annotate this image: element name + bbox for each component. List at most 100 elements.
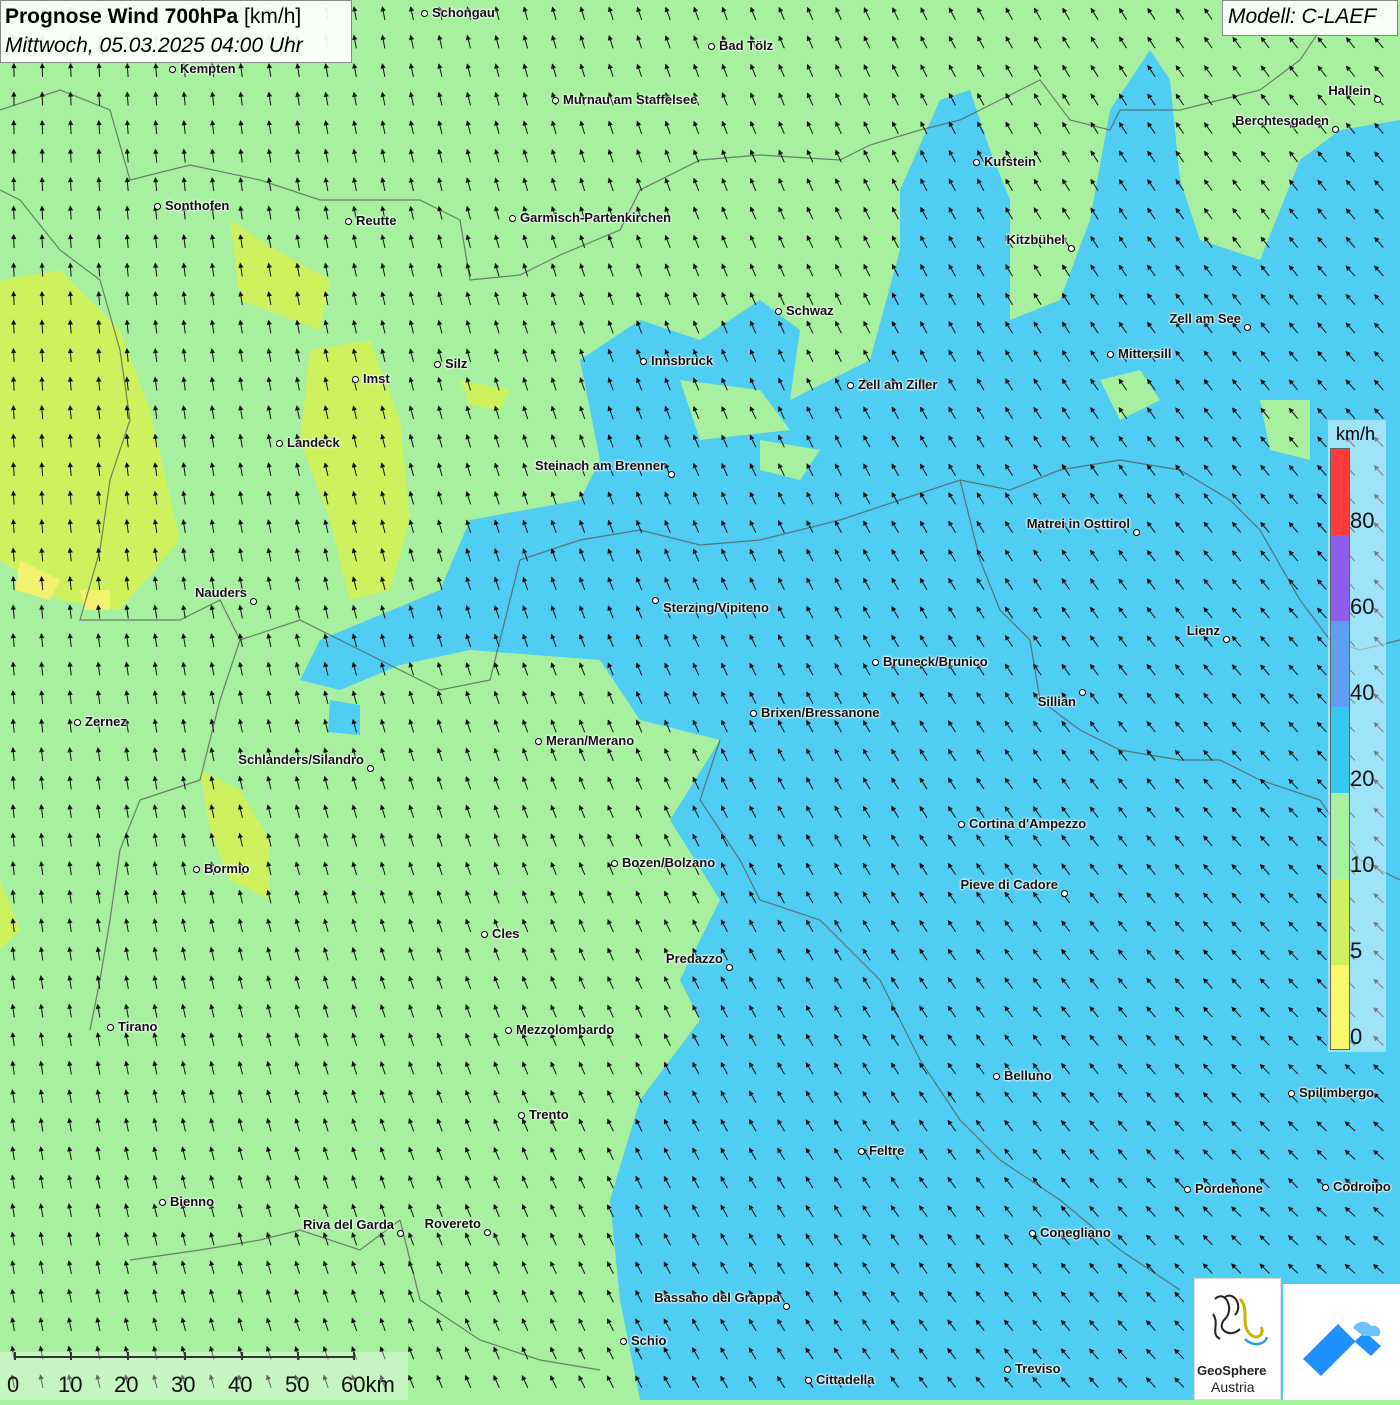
city-marker: [1079, 689, 1086, 696]
city-label: Belluno: [1004, 1068, 1052, 1083]
city-label: Schio: [631, 1333, 666, 1348]
color-legend: km/h 80 60 40 20 10 5 0: [1328, 420, 1386, 1052]
city-marker: [805, 1377, 812, 1384]
scale-label: 0: [7, 1372, 19, 1398]
city-label: Lienz: [1187, 623, 1220, 638]
city-label: Riva del Garda: [303, 1217, 394, 1232]
city-label: Zell am Ziller: [858, 377, 937, 392]
city-marker: [505, 1027, 512, 1034]
city-label: Codroipo: [1333, 1179, 1391, 1194]
city-marker: [1244, 324, 1251, 331]
city-marker: [1061, 890, 1068, 897]
city-label: Mezzolombardo: [516, 1022, 614, 1037]
weather-app-icon: [1283, 1284, 1400, 1400]
city-marker: [481, 931, 488, 938]
legend-seg-40: [1331, 621, 1349, 707]
city-label: Feltre: [869, 1143, 904, 1158]
city-label: Brixen/Bressanone: [761, 705, 880, 720]
city-marker: [872, 659, 879, 666]
model-label: Modell: C-LAEF: [1222, 0, 1398, 36]
city-label: Sillian: [1038, 694, 1076, 709]
city-marker: [484, 1229, 491, 1236]
app-logo[interactable]: [1283, 1284, 1400, 1400]
city-marker: [518, 1112, 525, 1119]
city-marker: [858, 1148, 865, 1155]
city-marker: [107, 1024, 114, 1031]
forecast-datetime: Mittwoch, 05.03.2025 04:00 Uhr: [5, 34, 303, 58]
logo-subtitle: Austria: [1211, 1379, 1255, 1395]
city-label: Bassano del Grappa: [654, 1290, 780, 1305]
city-label: Bruneck/Brunico: [883, 654, 988, 669]
legend-seg-5: [1331, 879, 1349, 965]
city-marker: [775, 308, 782, 315]
city-label: Schongau: [432, 5, 495, 20]
city-marker: [1068, 245, 1075, 252]
city-marker: [1004, 1366, 1011, 1373]
city-marker: [611, 860, 618, 867]
city-label: Sonthofen: [165, 198, 229, 213]
city-label: Reutte: [356, 213, 396, 228]
city-marker: [154, 203, 161, 210]
city-label: Hallein: [1328, 83, 1371, 98]
city-marker: [652, 597, 659, 604]
scale-label: 10: [58, 1372, 82, 1398]
city-marker: [1133, 529, 1140, 536]
city-label: Bozen/Bolzano: [622, 855, 715, 870]
city-marker: [1184, 1186, 1191, 1193]
city-marker: [958, 821, 965, 828]
city-label: Matrei in Osttirol: [1027, 516, 1130, 531]
city-label: Bormio: [204, 861, 250, 876]
city-marker: [620, 1338, 627, 1345]
city-marker: [708, 43, 715, 50]
scale-label: 40: [228, 1372, 252, 1398]
city-marker: [1332, 126, 1339, 133]
city-marker: [1107, 351, 1114, 358]
city-marker: [434, 361, 441, 368]
scale-tick: [353, 1352, 355, 1360]
city-marker: [1288, 1090, 1295, 1097]
city-label: Tirano: [118, 1019, 158, 1034]
legend-tick: 60: [1350, 594, 1374, 620]
city-label: Mittersill: [1118, 346, 1171, 361]
legend-tick: 40: [1350, 680, 1374, 706]
legend-color-bar: [1330, 448, 1350, 1050]
city-label: Meran/Merano: [546, 733, 634, 748]
city-label: Cles: [492, 926, 519, 941]
legend-tick: 10: [1350, 852, 1374, 878]
city-label: Bad Tölz: [719, 38, 773, 53]
scale-bar: 0 10 20 30 40 50 60km: [0, 1352, 408, 1400]
scale-label: 60km: [341, 1372, 395, 1398]
title-box: Prognose Wind 700hPa [km/h] Mittwoch, 05…: [0, 0, 352, 63]
city-marker: [668, 471, 675, 478]
city-marker: [397, 1230, 404, 1237]
city-label: Cittadella: [816, 1372, 875, 1387]
city-marker: [1374, 96, 1381, 103]
city-label: Spilimbergo: [1299, 1085, 1374, 1100]
scale-tick: [184, 1352, 186, 1360]
geosphere-emblem-icon: [1195, 1279, 1280, 1359]
city-label: Innsbruck: [651, 353, 713, 368]
city-label: Garmisch-Partenkirchen: [520, 210, 671, 225]
title-main: Prognose Wind 700hPa: [5, 5, 238, 28]
logo-name: GeoSphere: [1197, 1363, 1266, 1378]
city-marker: [345, 218, 352, 225]
city-marker: [169, 66, 176, 73]
city-marker: [847, 382, 854, 389]
legend-seg-0: [1331, 965, 1349, 1049]
city-label: Pordenone: [1195, 1181, 1263, 1196]
scale-label: 30: [171, 1372, 195, 1398]
scale-tick: [14, 1352, 16, 1360]
city-marker: [367, 765, 374, 772]
city-label: Conegliano: [1040, 1225, 1111, 1240]
city-label: Berchtesgaden: [1235, 113, 1329, 128]
city-label: Schlanders/Silandro: [238, 752, 364, 767]
city-label: Rovereto: [425, 1216, 481, 1231]
scale-tick: [241, 1352, 243, 1360]
city-marker: [250, 598, 257, 605]
city-label: Pieve di Cadore: [960, 877, 1058, 892]
city-label: Predazzo: [666, 951, 723, 966]
city-marker: [352, 376, 359, 383]
city-marker: [1029, 1230, 1036, 1237]
geosphere-logo[interactable]: GeoSphere Austria: [1194, 1278, 1281, 1400]
city-marker: [750, 710, 757, 717]
